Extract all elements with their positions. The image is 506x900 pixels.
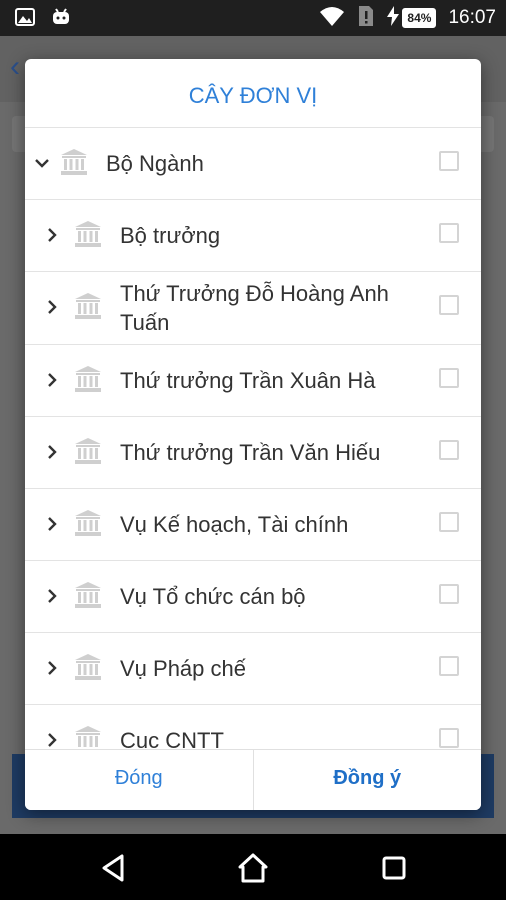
chevron-right-icon[interactable] (41, 224, 63, 246)
battery-level: 84% (402, 8, 437, 28)
tree-item-row[interactable]: Thứ trưởng Trần Văn Hiếu (25, 417, 481, 489)
close-button[interactable]: Đóng (25, 750, 253, 810)
tree-item-row[interactable]: Bộ trưởng (25, 200, 481, 272)
tree-item-checkbox[interactable] (439, 440, 459, 460)
status-time: 16:07 (448, 7, 496, 28)
tree-item-checkbox[interactable] (439, 584, 459, 604)
tree-item-row[interactable]: Cục CNTT (25, 705, 481, 748)
sim-alert-icon (357, 4, 375, 33)
chevron-right-icon[interactable] (41, 585, 63, 607)
tree-item-checkbox[interactable] (439, 368, 459, 388)
home-icon[interactable] (237, 852, 269, 884)
navigation-bar (0, 834, 506, 900)
tree-item-checkbox[interactable] (439, 295, 459, 315)
tree-item-label: Cục CNTT (120, 728, 224, 748)
institution-icon (73, 436, 103, 466)
chevron-right-icon[interactable] (41, 369, 63, 391)
wifi-icon (319, 5, 345, 32)
institution-icon (73, 364, 103, 394)
institution-icon (73, 508, 103, 538)
institution-icon (73, 580, 103, 610)
agree-button[interactable]: Đồng ý (252, 750, 481, 810)
tree-item-label: Vụ Pháp chế (120, 656, 246, 681)
institution-icon (73, 291, 103, 321)
chevron-right-icon[interactable] (41, 657, 63, 679)
institution-icon (73, 652, 103, 682)
tree-item-label: Thứ Trưởng Đỗ Hoàng Anh Tuấn (120, 281, 389, 335)
chevron-right-icon[interactable] (41, 296, 63, 318)
charging-icon (387, 5, 400, 31)
institution-icon (73, 724, 103, 748)
tree-item-label: Vụ Kế hoạch, Tài chính (120, 512, 349, 537)
tree-item-label: Thứ trưởng Trần Xuân Hà (120, 368, 376, 393)
back-arrow-icon: ‹ (10, 50, 20, 83)
tree-root-row[interactable]: Bộ Ngành (25, 128, 481, 200)
chevron-down-icon[interactable] (31, 152, 53, 174)
chevron-right-icon[interactable] (41, 513, 63, 535)
tree-item-label: Thứ trưởng Trần Văn Hiếu (120, 440, 381, 465)
tree-item-row[interactable]: Vụ Pháp chế (25, 633, 481, 705)
back-icon[interactable] (98, 852, 130, 884)
tree-item-checkbox[interactable] (439, 223, 459, 243)
tree-root-checkbox[interactable] (439, 151, 459, 171)
tree-item-label: Vụ Tổ chức cán bộ (120, 584, 306, 609)
tree-item-row[interactable]: Vụ Kế hoạch, Tài chính (25, 489, 481, 561)
institution-icon (59, 147, 89, 177)
unit-tree-dialog: CÂY ĐƠN VỊ Bộ Ngành Bộ trưởng Thứ Trưởng… (25, 59, 481, 810)
recent-apps-icon[interactable] (378, 852, 410, 884)
tree-item-checkbox[interactable] (439, 728, 459, 748)
institution-icon (73, 219, 103, 249)
dialog-footer: Đóng Đồng ý (25, 749, 481, 810)
status-bar: 84% 16:07 (0, 0, 506, 36)
tree-item-checkbox[interactable] (439, 656, 459, 676)
tree-item-label: Bộ trưởng (120, 223, 221, 248)
dialog-title: CÂY ĐƠN VỊ (25, 59, 481, 128)
tree-root-label: Bộ Ngành (106, 151, 204, 176)
tree-item-checkbox[interactable] (439, 512, 459, 532)
tree-list[interactable]: Bộ Ngành Bộ trưởng Thứ Trưởng Đỗ Hoàng A… (25, 128, 481, 748)
chevron-right-icon[interactable] (41, 441, 63, 463)
tree-item-row[interactable]: Thứ Trưởng Đỗ Hoàng Anh Tuấn (25, 272, 481, 345)
android-icon (50, 6, 72, 33)
chevron-right-icon[interactable] (41, 729, 63, 748)
tree-item-row[interactable]: Thứ trưởng Trần Xuân Hà (25, 345, 481, 417)
tree-item-row[interactable]: Vụ Tổ chức cán bộ (25, 561, 481, 633)
image-icon (14, 6, 36, 33)
